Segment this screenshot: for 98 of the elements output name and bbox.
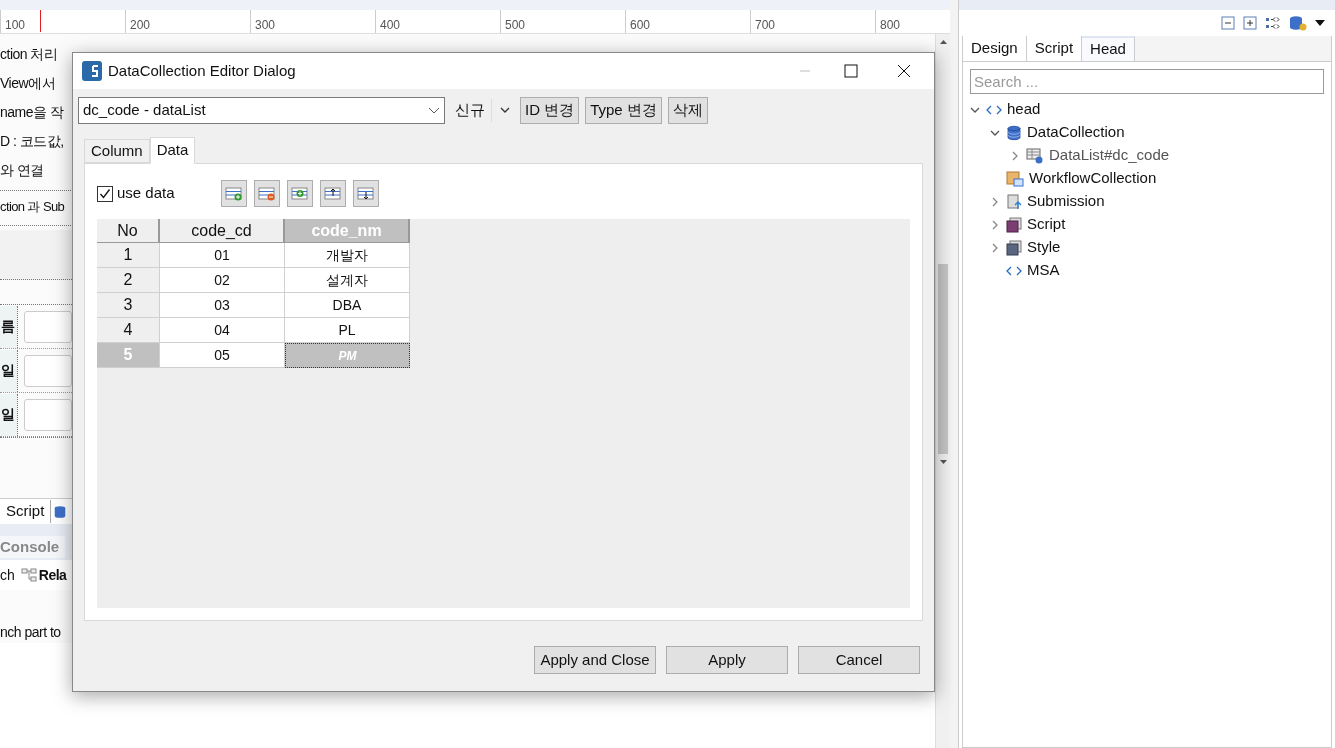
insert-row-icon xyxy=(290,186,309,201)
grid-tool-button[interactable] xyxy=(286,180,313,207)
table-icon xyxy=(1026,147,1044,164)
use-data-checkbox[interactable] xyxy=(97,185,113,202)
add-row-icon xyxy=(224,186,243,201)
tree-item[interactable]: Style xyxy=(1027,236,1061,259)
ruler-label: 200 xyxy=(130,18,151,32)
table-cell[interactable]: 01 xyxy=(160,243,285,268)
ruler-label: 700 xyxy=(755,18,776,32)
collapse-all-icon[interactable] xyxy=(1221,16,1235,30)
tree-item[interactable]: Submission xyxy=(1027,190,1105,213)
folder-window-icon xyxy=(1006,170,1024,187)
table-cell[interactable]: 설계자 xyxy=(285,268,410,293)
dropdown-icon xyxy=(500,107,510,114)
input-field[interactable] xyxy=(24,310,72,343)
toolbar-button[interactable]: 삭제 xyxy=(667,97,708,124)
dropdown-icon xyxy=(428,106,440,115)
table-cell[interactable]: 05 xyxy=(160,343,285,368)
dialog-button[interactable]: Apply xyxy=(666,646,788,674)
chevron-right-icon[interactable] xyxy=(990,242,1000,253)
tree-item[interactable]: WorkflowCollection xyxy=(1029,167,1157,190)
app-logo-icon xyxy=(82,61,102,81)
code-tag-icon xyxy=(1006,264,1022,277)
input-field[interactable] xyxy=(24,398,72,431)
editor-text: 와 연결 xyxy=(0,161,45,180)
chevron-right-icon[interactable] xyxy=(1010,150,1020,161)
dialog-title: DataCollection Editor Dialog xyxy=(108,60,296,81)
editor-text: ction 처리 xyxy=(0,45,59,64)
database-icon[interactable] xyxy=(53,504,68,519)
grid-tool-button[interactable] xyxy=(319,180,346,207)
move-down-icon xyxy=(356,186,375,201)
tree-item[interactable]: DataList#dc_code xyxy=(1049,144,1170,167)
toolbar-text[interactable]: ch xyxy=(0,564,15,586)
row-number[interactable]: 4 xyxy=(97,318,160,343)
ruler-label: 600 xyxy=(630,18,651,32)
field-label: 일 xyxy=(0,393,19,436)
table-cell[interactable]: DBA xyxy=(285,293,410,318)
checkbox-label: use data xyxy=(117,183,175,204)
ruler-label: 400 xyxy=(380,18,401,32)
grid-tool-button[interactable] xyxy=(220,180,247,207)
outline-tab[interactable]: Script xyxy=(1026,36,1083,61)
dialog-button[interactable]: Apply and Close xyxy=(534,646,656,674)
toolbar-text[interactable]: Rela xyxy=(38,564,67,586)
editor-text: D : 코드값, xyxy=(0,132,65,151)
grid-tool-button[interactable] xyxy=(352,180,379,207)
console-message: nch part to xyxy=(0,623,62,642)
tree-item[interactable]: DataCollection xyxy=(1027,121,1125,144)
chevron-right-icon[interactable] xyxy=(990,219,1000,230)
hierarchy-icon[interactable] xyxy=(20,568,37,582)
toolbar-button[interactable]: Type 변경 xyxy=(585,97,662,124)
collection-select[interactable]: dc_code - dataList xyxy=(78,97,445,124)
field-label: 일 xyxy=(0,349,19,392)
database-add-icon[interactable] xyxy=(1289,15,1307,31)
outline-tab[interactable]: Design xyxy=(963,36,1027,61)
editor-text: name을 작 xyxy=(0,103,65,122)
dialog-tab[interactable]: Column xyxy=(84,139,150,163)
table-cell[interactable]: 개발자 xyxy=(285,243,410,268)
remove-row-icon xyxy=(257,186,276,201)
table-cell[interactable]: PL xyxy=(285,318,410,343)
script-file-icon xyxy=(1006,216,1022,233)
row-number[interactable]: 2 xyxy=(97,268,160,293)
dialog-tab[interactable]: Data xyxy=(149,137,196,164)
code-tag-icon xyxy=(986,103,1002,116)
grid-tool-button[interactable] xyxy=(253,180,280,207)
input-field[interactable] xyxy=(24,354,72,387)
database-icon xyxy=(1006,124,1022,141)
expand-all-icon[interactable] xyxy=(1243,16,1257,30)
chevron-right-icon[interactable] xyxy=(990,196,1000,207)
section-title: ction 과 Sub xyxy=(0,198,66,216)
search-field[interactable]: Search ... xyxy=(970,69,1324,94)
ruler-label: 500 xyxy=(505,18,526,32)
column-header[interactable]: No xyxy=(97,219,160,243)
tree-item[interactable]: MSA xyxy=(1027,259,1060,282)
outline-tab[interactable]: Head xyxy=(1082,36,1135,61)
dialog-button[interactable]: Cancel xyxy=(798,646,920,674)
ruler-label: 100 xyxy=(5,18,26,32)
editor-text: View에서 xyxy=(0,74,57,93)
row-number[interactable]: 1 xyxy=(97,243,160,268)
table-cell[interactable]: 02 xyxy=(160,268,285,293)
toolbar-button[interactable]: ID 변경 xyxy=(520,97,580,124)
ruler-marker xyxy=(40,10,41,32)
caret-icon[interactable] xyxy=(1315,19,1325,27)
tree-item[interactable]: Script xyxy=(1027,213,1066,236)
ruler-label: 800 xyxy=(880,18,901,32)
new-menu[interactable]: 신규 xyxy=(455,99,510,122)
link-icon[interactable] xyxy=(1265,16,1281,30)
move-up-icon xyxy=(323,186,342,201)
table-cell[interactable]: 04 xyxy=(160,318,285,343)
table-cell[interactable]: 03 xyxy=(160,293,285,318)
editor-tab[interactable]: Script xyxy=(0,500,52,523)
style-file-icon xyxy=(1006,239,1022,256)
ruler-label: 300 xyxy=(255,18,276,32)
tree-item[interactable]: head xyxy=(1007,98,1041,121)
row-number[interactable]: 3 xyxy=(97,293,160,318)
field-label: 름 xyxy=(0,305,19,348)
check-icon xyxy=(99,187,111,200)
column-header[interactable]: code_cd xyxy=(160,219,285,243)
scrollbar-thumb[interactable] xyxy=(938,264,948,454)
